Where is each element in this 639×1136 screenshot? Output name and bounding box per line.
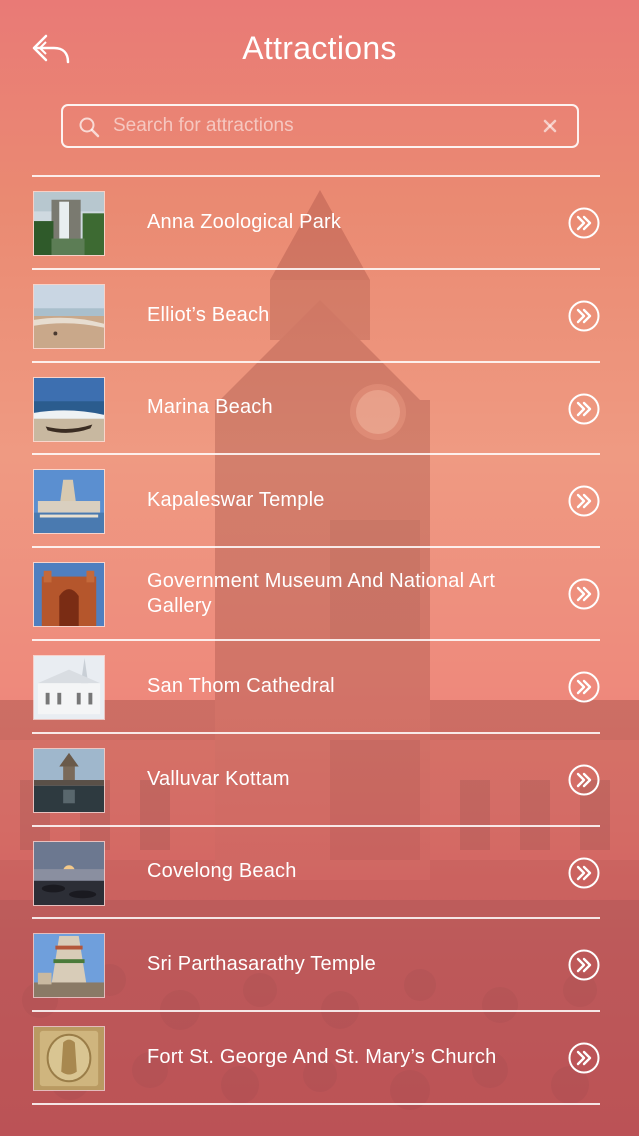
attraction-thumbnail (33, 562, 105, 628)
page-title: Attractions (242, 30, 397, 66)
nav-header: Attractions (0, 0, 639, 100)
attraction-thumbnail (33, 840, 105, 906)
attraction-name: San Thom Cathedral (147, 674, 335, 697)
attraction-thumbnail (33, 1026, 105, 1092)
attraction-name: Government Museum And National Art Galle… (147, 569, 496, 617)
double-chevron-right-icon[interactable] (568, 857, 600, 889)
attraction-thumbnail (33, 376, 105, 442)
attraction-thumbnail (33, 747, 105, 813)
attraction-thumbnail (33, 469, 105, 535)
double-chevron-right-icon[interactable] (568, 578, 600, 610)
list-item[interactable]: Marina Beach (32, 363, 600, 456)
list-item[interactable]: Fort St. George And St. Mary’s Church (32, 1012, 600, 1105)
list-item[interactable]: Elliot’s Beach (32, 270, 600, 363)
double-chevron-right-icon[interactable] (568, 485, 600, 517)
attraction-name: Kapaleswar Temple (147, 489, 325, 512)
attraction-name: Covelong Beach (147, 860, 297, 883)
attraction-name: Fort St. George And St. Mary’s Church (147, 1046, 497, 1069)
double-chevron-right-icon[interactable] (568, 207, 600, 239)
list-item[interactable]: San Thom Cathedral (32, 641, 600, 734)
attraction-name: Anna Zoological Park (147, 210, 342, 233)
attraction-name: Marina Beach (147, 396, 273, 419)
attraction-name: Sri Parthasarathy Temple (147, 953, 376, 976)
double-chevron-right-icon[interactable] (568, 393, 600, 425)
attraction-thumbnail (33, 191, 105, 256)
search-bar[interactable] (61, 104, 579, 148)
attraction-thumbnail (33, 933, 105, 999)
double-chevron-right-icon[interactable] (568, 764, 600, 796)
search-icon (79, 117, 100, 138)
attraction-thumbnail (33, 654, 105, 720)
double-chevron-right-icon[interactable] (568, 1042, 600, 1074)
attraction-name: Elliot’s Beach (147, 303, 270, 326)
attraction-name: Valluvar Kottam (147, 767, 290, 790)
list-item[interactable]: Government Museum And National Art Galle… (32, 548, 600, 641)
double-chevron-right-icon[interactable] (568, 300, 600, 332)
list-item[interactable]: Covelong Beach (32, 827, 600, 920)
list-item[interactable]: Sri Parthasarathy Temple (32, 919, 600, 1013)
list-item[interactable]: Valluvar Kottam (32, 734, 600, 827)
attraction-thumbnail (33, 283, 105, 349)
list-item[interactable]: Kapaleswar Temple (32, 455, 600, 549)
list-item[interactable]: Anna Zoological Park (32, 177, 600, 270)
clear-icon[interactable] (541, 117, 559, 135)
double-chevron-right-icon[interactable] (568, 671, 600, 703)
attractions-list: Anna Zoological Park Elliot’s Beach Mari… (32, 175, 600, 1105)
search-input[interactable] (113, 106, 533, 146)
double-chevron-right-icon[interactable] (568, 949, 600, 981)
